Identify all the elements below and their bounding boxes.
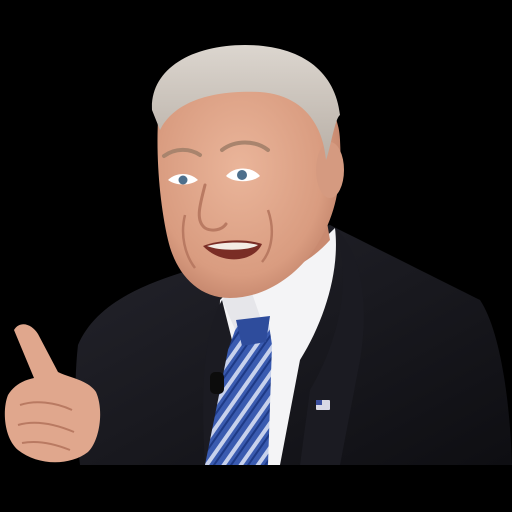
flag-pin-canton xyxy=(316,400,322,405)
lapel-microphone xyxy=(210,372,224,394)
photo-stage xyxy=(0,0,512,512)
portrait-illustration xyxy=(0,0,512,512)
iris-right xyxy=(237,170,247,180)
tie-knot xyxy=(236,316,270,346)
iris-left xyxy=(178,175,188,185)
ear xyxy=(316,142,344,198)
